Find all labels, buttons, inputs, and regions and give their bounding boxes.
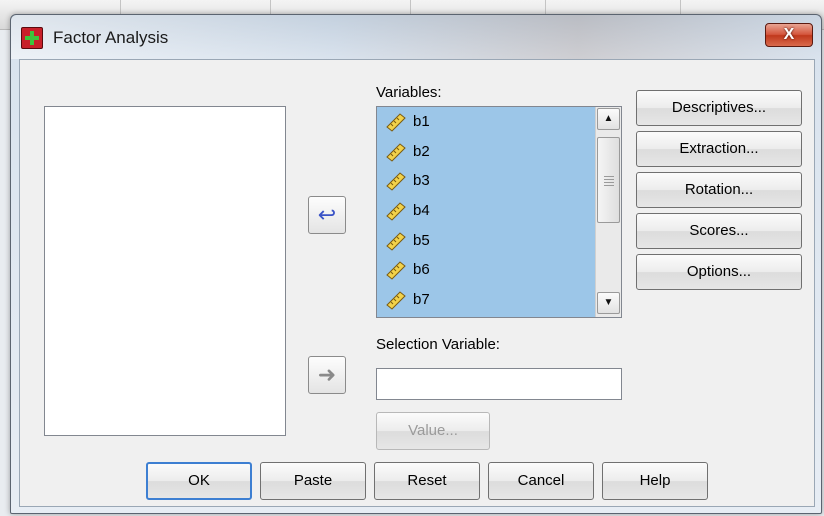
variables-label: Variables: [376, 84, 442, 101]
value-button[interactable]: Value... [376, 412, 490, 450]
curved-arrow-left-icon: ↩ [317, 202, 337, 227]
ruler-icon [386, 291, 406, 310]
variable-item[interactable]: b2 [377, 137, 595, 167]
paste-button[interactable]: Paste [260, 462, 366, 500]
ok-button[interactable]: OK [146, 462, 252, 500]
ruler-icon [386, 261, 406, 281]
source-variable-list[interactable] [44, 106, 286, 436]
variable-label: b5 [413, 231, 430, 249]
dialog-body: Variables: b1 b2 b3 b4 b5 b6 b7 ▲ ▼ ↩ ➜ Descri… [19, 59, 815, 507]
ruler-icon [386, 202, 406, 221]
selection-variable-label: Selection Variable: [376, 336, 500, 353]
variable-item[interactable]: b1 [377, 107, 595, 137]
options-button[interactable]: Options... [636, 254, 802, 290]
descriptives-button[interactable]: Descriptives... [636, 90, 802, 126]
variables-items: b1 b2 b3 b4 b5 b6 b7 [377, 107, 595, 317]
move-to-selection-button[interactable]: ➜ [308, 356, 346, 394]
variable-label: b4 [413, 202, 430, 220]
reset-button[interactable]: Reset [374, 462, 480, 500]
title-bar[interactable]: Factor Analysis X [11, 15, 821, 59]
variable-label: b6 [413, 261, 430, 279]
selection-variable-field[interactable] [376, 368, 622, 400]
variable-item[interactable]: b6 [377, 255, 595, 285]
variable-item[interactable]: b3 [377, 166, 595, 196]
spss-app-icon [21, 27, 43, 49]
move-to-variables-button[interactable]: ↩ [308, 196, 346, 234]
variables-list[interactable]: b1 b2 b3 b4 b5 b6 b7 ▲ ▼ [376, 106, 622, 318]
ruler-icon [386, 172, 406, 192]
ruler-icon [386, 232, 406, 251]
variable-item[interactable]: b4 [377, 196, 595, 226]
scroll-up-icon[interactable]: ▲ [597, 108, 620, 130]
extraction-button[interactable]: Extraction... [636, 131, 802, 167]
variable-label: b1 [413, 113, 430, 130]
variables-scrollbar[interactable]: ▲ ▼ [595, 107, 621, 317]
variable-label: b2 [413, 142, 430, 160]
variable-item[interactable]: b7 [377, 285, 595, 315]
scrollbar-grip-icon [604, 174, 614, 186]
arrow-right-icon: ➜ [317, 362, 337, 387]
cancel-button[interactable]: Cancel [488, 462, 594, 500]
scrollbar-thumb[interactable] [597, 137, 620, 223]
variable-item[interactable]: b5 [377, 226, 595, 256]
ruler-icon [386, 143, 406, 162]
factor-analysis-dialog: Factor Analysis X Variables: b1 b2 b3 b4 b5 b… [10, 14, 822, 514]
window-title: Factor Analysis [53, 28, 169, 47]
help-button[interactable]: Help [602, 462, 708, 500]
scores-button[interactable]: Scores... [636, 213, 802, 249]
scroll-down-icon[interactable]: ▼ [597, 292, 620, 314]
close-button[interactable]: X [765, 23, 813, 47]
variable-label: b7 [413, 291, 430, 309]
ruler-icon [386, 113, 406, 132]
variable-label: b3 [413, 172, 430, 190]
rotation-button[interactable]: Rotation... [636, 172, 802, 208]
